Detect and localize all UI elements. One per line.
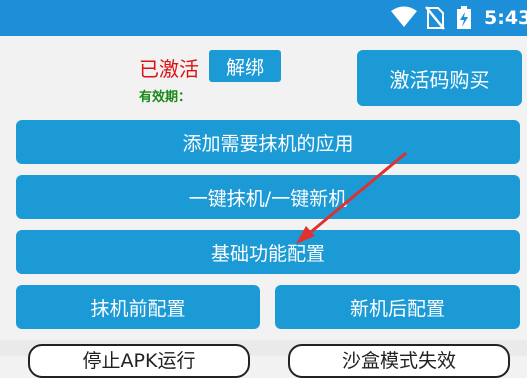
annotation-arrow [296, 151, 407, 244]
